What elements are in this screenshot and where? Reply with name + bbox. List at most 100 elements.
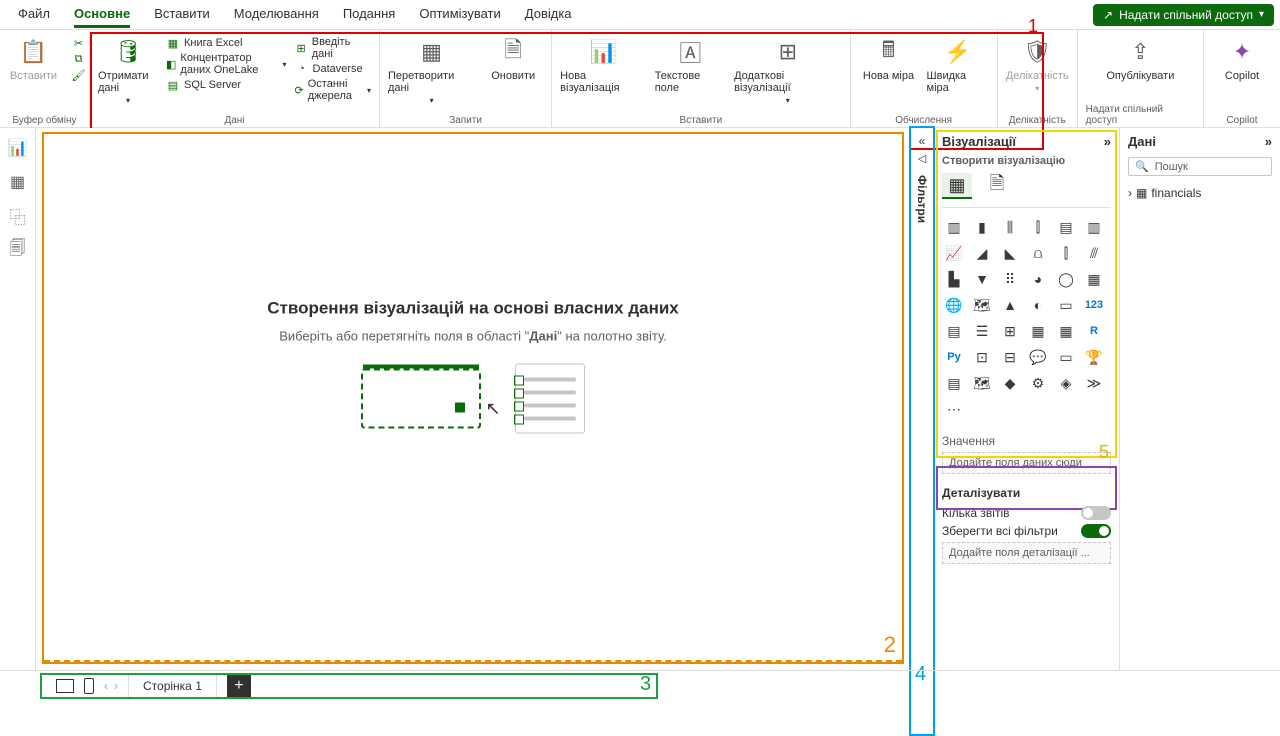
quick-measure-button[interactable]: ⚡Швидка міра <box>927 36 989 94</box>
prev-page-button[interactable]: ‹ <box>104 679 108 693</box>
group-calc: Обчислення <box>895 115 952 126</box>
viz-narrative[interactable]: ▭ <box>1054 346 1078 368</box>
collapse-data-icon[interactable]: » <box>1265 134 1272 149</box>
new-measure-button[interactable]: 🖩Нова міра <box>859 36 919 82</box>
viz-paginated[interactable]: ▤ <box>942 372 966 394</box>
drillthrough-dropzone[interactable]: Додайте поля деталізації ... <box>942 542 1111 564</box>
viz-multi-card[interactable]: ▤ <box>942 320 966 342</box>
text-box-button[interactable]: 🄰Текстове поле <box>655 36 726 94</box>
share-button[interactable]: ↗ Надати спільний доступ ▾ <box>1093 4 1274 26</box>
viz-card[interactable]: ▭ <box>1054 294 1078 316</box>
tab-home[interactable]: Основне <box>74 2 130 28</box>
viz-100-column[interactable]: ▥ <box>1082 216 1106 238</box>
viz-more-ellipsis[interactable]: ⋯ <box>942 398 966 420</box>
report-view-button[interactable]: 📊 <box>8 138 28 158</box>
more-visuals-button[interactable]: ⊞Додаткові візуалізації▾ <box>734 36 841 105</box>
next-page-button[interactable]: › <box>114 679 118 693</box>
viz-line-clustered[interactable]: ⫿ <box>1054 242 1078 264</box>
viz-more1[interactable]: ◈ <box>1054 372 1078 394</box>
dax-view-button[interactable]: 🗐 <box>8 240 28 260</box>
dataverse-button[interactable]: ◔Dataverse <box>295 62 371 76</box>
refresh-button[interactable]: 🗎 Оновити <box>483 36 543 82</box>
viz-table[interactable]: ⊞ <box>998 320 1022 342</box>
viz-table2[interactable]: ▦ <box>1054 320 1078 342</box>
tab-help[interactable]: Довідка <box>525 2 572 28</box>
recent-sources-button[interactable]: ⟳Останні джерела ▾ <box>295 78 371 102</box>
new-visual-button[interactable]: 📊Нова візуалізація <box>560 36 647 94</box>
viz-azure-map[interactable]: ▲ <box>998 294 1022 316</box>
copilot-button[interactable]: ✦Copilot <box>1212 36 1272 82</box>
viz-r[interactable]: R <box>1082 320 1106 342</box>
keep-filters-toggle[interactable] <box>1081 524 1111 538</box>
viz-filled-map[interactable]: 🗺 <box>970 294 994 316</box>
viz-gauge[interactable]: ◐ <box>1026 294 1050 316</box>
viz-stacked-column[interactable]: ▮ <box>970 216 994 238</box>
viz-arcgis[interactable]: 🗺 <box>970 372 994 394</box>
expand-filters-icon[interactable]: « <box>919 134 926 148</box>
viz-line-stacked[interactable]: ⩍ <box>1026 242 1050 264</box>
filters-title: Фільтри <box>915 175 929 223</box>
onelake-button[interactable]: ◧Концентратор даних OneLake ▾ <box>166 52 287 76</box>
copy-button[interactable]: ⧉ <box>72 52 86 66</box>
tab-view[interactable]: Подання <box>343 2 396 28</box>
values-dropzone[interactable]: Додайте поля даних сюди <box>942 452 1111 474</box>
viz-powerapps[interactable]: ◆ <box>998 372 1022 394</box>
table-financials[interactable]: ›▦financials <box>1128 184 1272 202</box>
viz-more2[interactable]: ≫ <box>1082 372 1106 394</box>
collapse-viz-icon[interactable]: » <box>1104 134 1111 149</box>
enter-data-button[interactable]: ⊞Введіть дані <box>295 36 371 60</box>
viz-scatter[interactable]: ⠿ <box>998 268 1022 290</box>
viz-treemap[interactable]: ▦ <box>1082 268 1106 290</box>
fields-search[interactable]: 🔍Пошук <box>1128 157 1272 176</box>
cut-button[interactable]: ✂ <box>72 36 86 50</box>
canvas-illustration: ↖ <box>213 364 733 434</box>
viz-ribbon[interactable]: ⫻ <box>1082 242 1106 264</box>
format-painter-button[interactable]: 🖌 <box>72 68 86 82</box>
viz-donut[interactable]: ◯ <box>1054 268 1078 290</box>
publish-button[interactable]: ⇪Опублікувати <box>1106 36 1174 82</box>
viz-python[interactable]: Py <box>942 346 966 368</box>
brush-icon: 🖌 <box>72 68 86 82</box>
viz-waterfall[interactable]: ▙ <box>942 268 966 290</box>
viz-clustered-bar[interactable]: ⫼ <box>998 216 1022 238</box>
viz-matrix[interactable]: ▦ <box>1026 320 1050 342</box>
mobile-layout-button[interactable] <box>84 678 94 694</box>
report-canvas[interactable]: 2 Створення візуалізацій на основі власн… <box>36 128 910 670</box>
transform-data-button[interactable]: ▦ Перетворити дані▾ <box>388 36 475 105</box>
viz-stacked-area[interactable]: ◣ <box>998 242 1022 264</box>
viz-100-bar[interactable]: ▤ <box>1054 216 1078 238</box>
format-visual-tab[interactable]: 🗎 <box>982 173 1012 199</box>
paste-button[interactable]: 📋 Вставити <box>4 36 64 82</box>
tab-insert[interactable]: Вставити <box>154 2 210 28</box>
viz-clustered-column[interactable]: ⫿ <box>1026 216 1050 238</box>
viz-map[interactable]: 🌐 <box>942 294 966 316</box>
tab-file[interactable]: Файл <box>18 2 50 28</box>
desktop-layout-button[interactable] <box>56 679 74 693</box>
viz-qna[interactable]: 💬 <box>1026 346 1050 368</box>
viz-kpi[interactable]: 123 <box>1082 294 1106 316</box>
viz-slicer[interactable]: ☰ <box>970 320 994 342</box>
viz-goals[interactable]: 🏆 <box>1082 346 1106 368</box>
sql-button[interactable]: ▤SQL Server <box>166 78 287 92</box>
sensitivity-button[interactable]: 🛡Делікатність▾ <box>1006 36 1069 93</box>
viz-stacked-bar[interactable]: ▥ <box>942 216 966 238</box>
table-view-button[interactable]: ▦ <box>8 172 28 192</box>
paste-icon: 📋 <box>18 36 50 68</box>
tab-model[interactable]: Моделювання <box>234 2 319 28</box>
get-data-button[interactable]: 🛢 Отримати дані▾ <box>98 36 158 105</box>
model-view-button[interactable]: ⿻ <box>8 206 28 226</box>
viz-pie[interactable]: ◕ <box>1026 268 1050 290</box>
filters-pane-collapsed[interactable]: 4 « ◁ Фільтри <box>910 128 934 670</box>
viz-key-influencers[interactable]: ⊡ <box>970 346 994 368</box>
viz-funnel[interactable]: ▼ <box>970 268 994 290</box>
page-tab-1[interactable]: Сторінка 1 <box>128 674 217 698</box>
excel-button[interactable]: ▦Книга Excel <box>166 36 287 50</box>
viz-automate[interactable]: ⚙ <box>1026 372 1050 394</box>
viz-decomposition[interactable]: ⊟ <box>998 346 1022 368</box>
cross-report-toggle[interactable] <box>1081 506 1111 520</box>
viz-area[interactable]: ◢ <box>970 242 994 264</box>
viz-line[interactable]: 📈 <box>942 242 966 264</box>
tab-optimize[interactable]: Оптимізувати <box>419 2 500 28</box>
build-visual-tab[interactable]: ▦ <box>942 173 972 199</box>
add-page-button[interactable]: + <box>227 674 251 698</box>
